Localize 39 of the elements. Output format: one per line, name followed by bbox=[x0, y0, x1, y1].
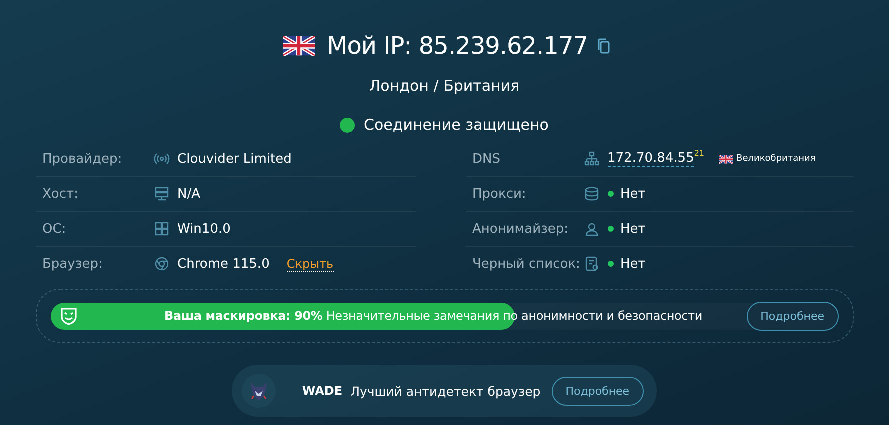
dns-address[interactable]: 172.70.84.55 bbox=[608, 151, 694, 167]
field-value: Нет bbox=[620, 186, 646, 202]
promo-text: Лучший антидетект браузер bbox=[350, 384, 541, 398]
details-button[interactable]: Подробнее bbox=[746, 302, 838, 330]
field-label: Прокси: bbox=[472, 186, 528, 202]
location-text: Лондон / Британия bbox=[369, 77, 520, 95]
flag-icon bbox=[718, 154, 733, 164]
field-label: DNS bbox=[472, 152, 502, 166]
server-icon bbox=[154, 186, 170, 202]
windows-icon bbox=[154, 221, 170, 237]
details-button[interactable]: Подробнее bbox=[552, 376, 644, 406]
field-label: Провайдер: bbox=[42, 152, 124, 166]
browser-icon bbox=[154, 256, 170, 272]
database-icon bbox=[584, 186, 600, 202]
brand-name: WADE bbox=[302, 384, 343, 398]
list-icon bbox=[584, 256, 600, 272]
person-icon bbox=[584, 221, 600, 237]
field-value: N/A bbox=[178, 186, 200, 202]
mask-icon bbox=[58, 306, 78, 326]
signal-icon bbox=[154, 151, 170, 167]
hide-link[interactable]: Скрыть bbox=[286, 256, 334, 272]
field-value: Clouvider Limited bbox=[178, 152, 292, 166]
network-icon bbox=[584, 151, 600, 167]
copy-icon bbox=[596, 38, 612, 54]
field-label: Черный список: bbox=[472, 256, 582, 272]
connection-status: Соединение защищено bbox=[364, 116, 549, 134]
field-value: Chrome 115.0 bbox=[178, 256, 270, 272]
field-value: Win10.0 bbox=[178, 222, 231, 236]
flag-icon bbox=[283, 36, 316, 56]
field-label: ОС: bbox=[42, 222, 68, 236]
ip-title: Мой IP: 85.239.62.177 bbox=[327, 32, 588, 60]
field-value: Нет bbox=[620, 256, 646, 272]
field-label: Браузер: bbox=[42, 256, 104, 272]
field-label: Хост: bbox=[42, 186, 80, 202]
count-label: 21 bbox=[694, 149, 705, 158]
country-name: Великобритания bbox=[736, 154, 816, 164]
field-value: Нет bbox=[620, 222, 646, 236]
wolf-icon bbox=[242, 374, 276, 408]
field-label: Анонимайзер: bbox=[472, 222, 570, 236]
